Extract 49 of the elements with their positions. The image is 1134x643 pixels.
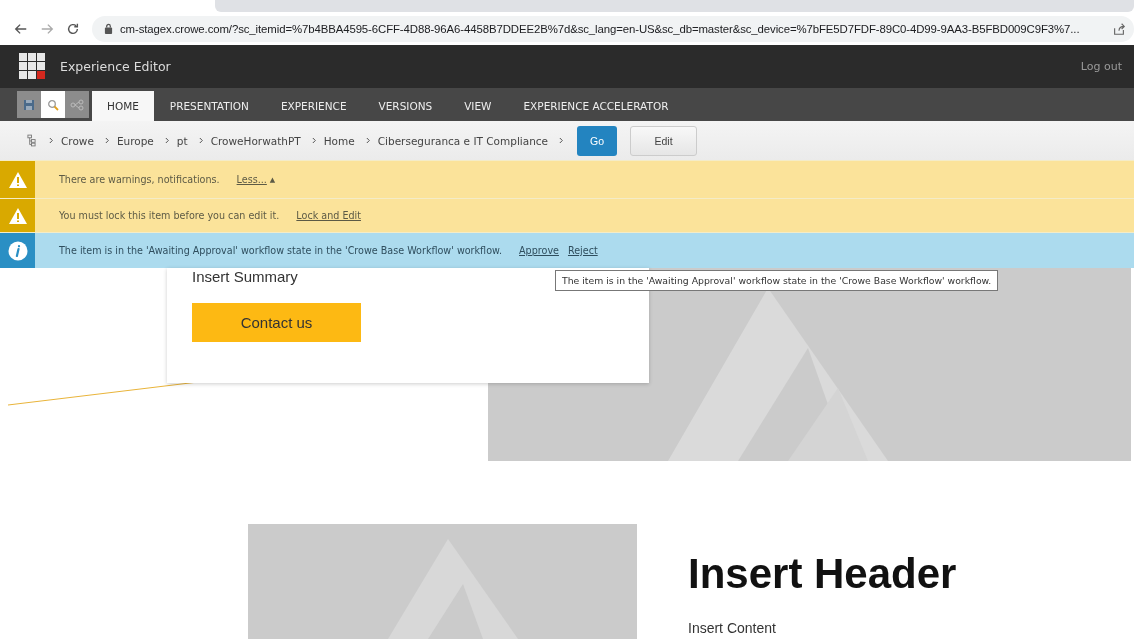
warning-icon — [7, 206, 28, 225]
search-icon[interactable] — [41, 91, 65, 118]
breadcrumb-item[interactable]: pt — [176, 134, 188, 147]
logout-link[interactable]: Log out — [1080, 60, 1122, 73]
section-content: Insert Content — [688, 620, 777, 636]
back-icon[interactable] — [14, 21, 28, 36]
ribbon-tab[interactable]: EXPERIENCE — [264, 91, 363, 121]
breadcrumb-item[interactable]: Crowe — [61, 134, 94, 147]
chevron-icon — [365, 137, 371, 144]
chevron-icon — [49, 137, 54, 144]
notification-link[interactable]: Lock and Edit — [296, 210, 361, 221]
breadcrumb-item[interactable]: Europe — [116, 134, 154, 147]
ribbon-tab[interactable]: EXPERIENCE ACCELERATOR — [507, 91, 685, 121]
ribbon-tab[interactable]: VERSIONS — [362, 91, 449, 121]
edit-button[interactable]: Edit — [630, 125, 698, 156]
lock-icon — [104, 23, 113, 34]
notification-link[interactable]: Less... — [236, 174, 267, 185]
summary-text: Insert Summary — [192, 268, 298, 285]
tree-icon[interactable] — [27, 134, 36, 147]
contact-button[interactable]: Contact us — [192, 303, 361, 342]
chevron-icon — [559, 137, 565, 144]
breadcrumb-item[interactable]: Ciberseguranca e IT Compliance — [377, 134, 549, 147]
notification-text: There are warnings, notifications. — [59, 174, 220, 185]
chevron-icon — [198, 137, 204, 144]
notification-text: The item is in the 'Awaiting Approval' workflow state in the 'Crowe Base Workflow' workflow. — [59, 245, 503, 256]
grid-logo-icon[interactable] — [19, 53, 46, 80]
chevron-icon — [104, 137, 110, 144]
warning-icon — [7, 170, 28, 189]
ribbon-tab[interactable]: HOME — [92, 91, 154, 121]
info-icon — [7, 240, 28, 261]
share-icon[interactable] — [1112, 21, 1126, 36]
chevron-icon — [164, 137, 170, 144]
app-title: Experience Editor — [60, 59, 172, 74]
chevron-icon — [311, 137, 317, 144]
ribbon-tab[interactable]: VIEW — [448, 91, 508, 121]
ribbon-tab[interactable]: PRESENTATION — [153, 91, 265, 121]
go-button[interactable]: Go — [577, 125, 618, 156]
notification-text: You must lock this item before you can edit it. — [59, 210, 280, 221]
notification-link[interactable]: Reject — [567, 245, 598, 256]
notification-link[interactable]: Approve — [519, 245, 559, 256]
reload-icon[interactable] — [66, 21, 80, 36]
breadcrumb-item[interactable]: Home — [323, 134, 355, 147]
section-heading: Insert Header — [688, 550, 957, 598]
tooltip: The item is in the 'Awaiting Approval' workflow state in the 'Crowe Base Workflow' workflow. — [555, 270, 999, 291]
save-icon[interactable] — [17, 91, 41, 118]
share-nodes-icon[interactable] — [65, 91, 89, 118]
address-bar[interactable]: cm-stagex.crowe.com/?sc_itemid=%7b4BBA4595-6CFF-4D88-96A6-4458B7DDEE2B%7d&sc_lang=en-US&sc_db=master&sc_device=%7bFE5D7FDF-89C0-4D99-9AA3-B5FBD009C9F3%7... — [92, 15, 1134, 42]
forward-icon[interactable] — [40, 21, 54, 36]
breadcrumb-item[interactable]: CroweHorwathPT — [210, 134, 301, 147]
